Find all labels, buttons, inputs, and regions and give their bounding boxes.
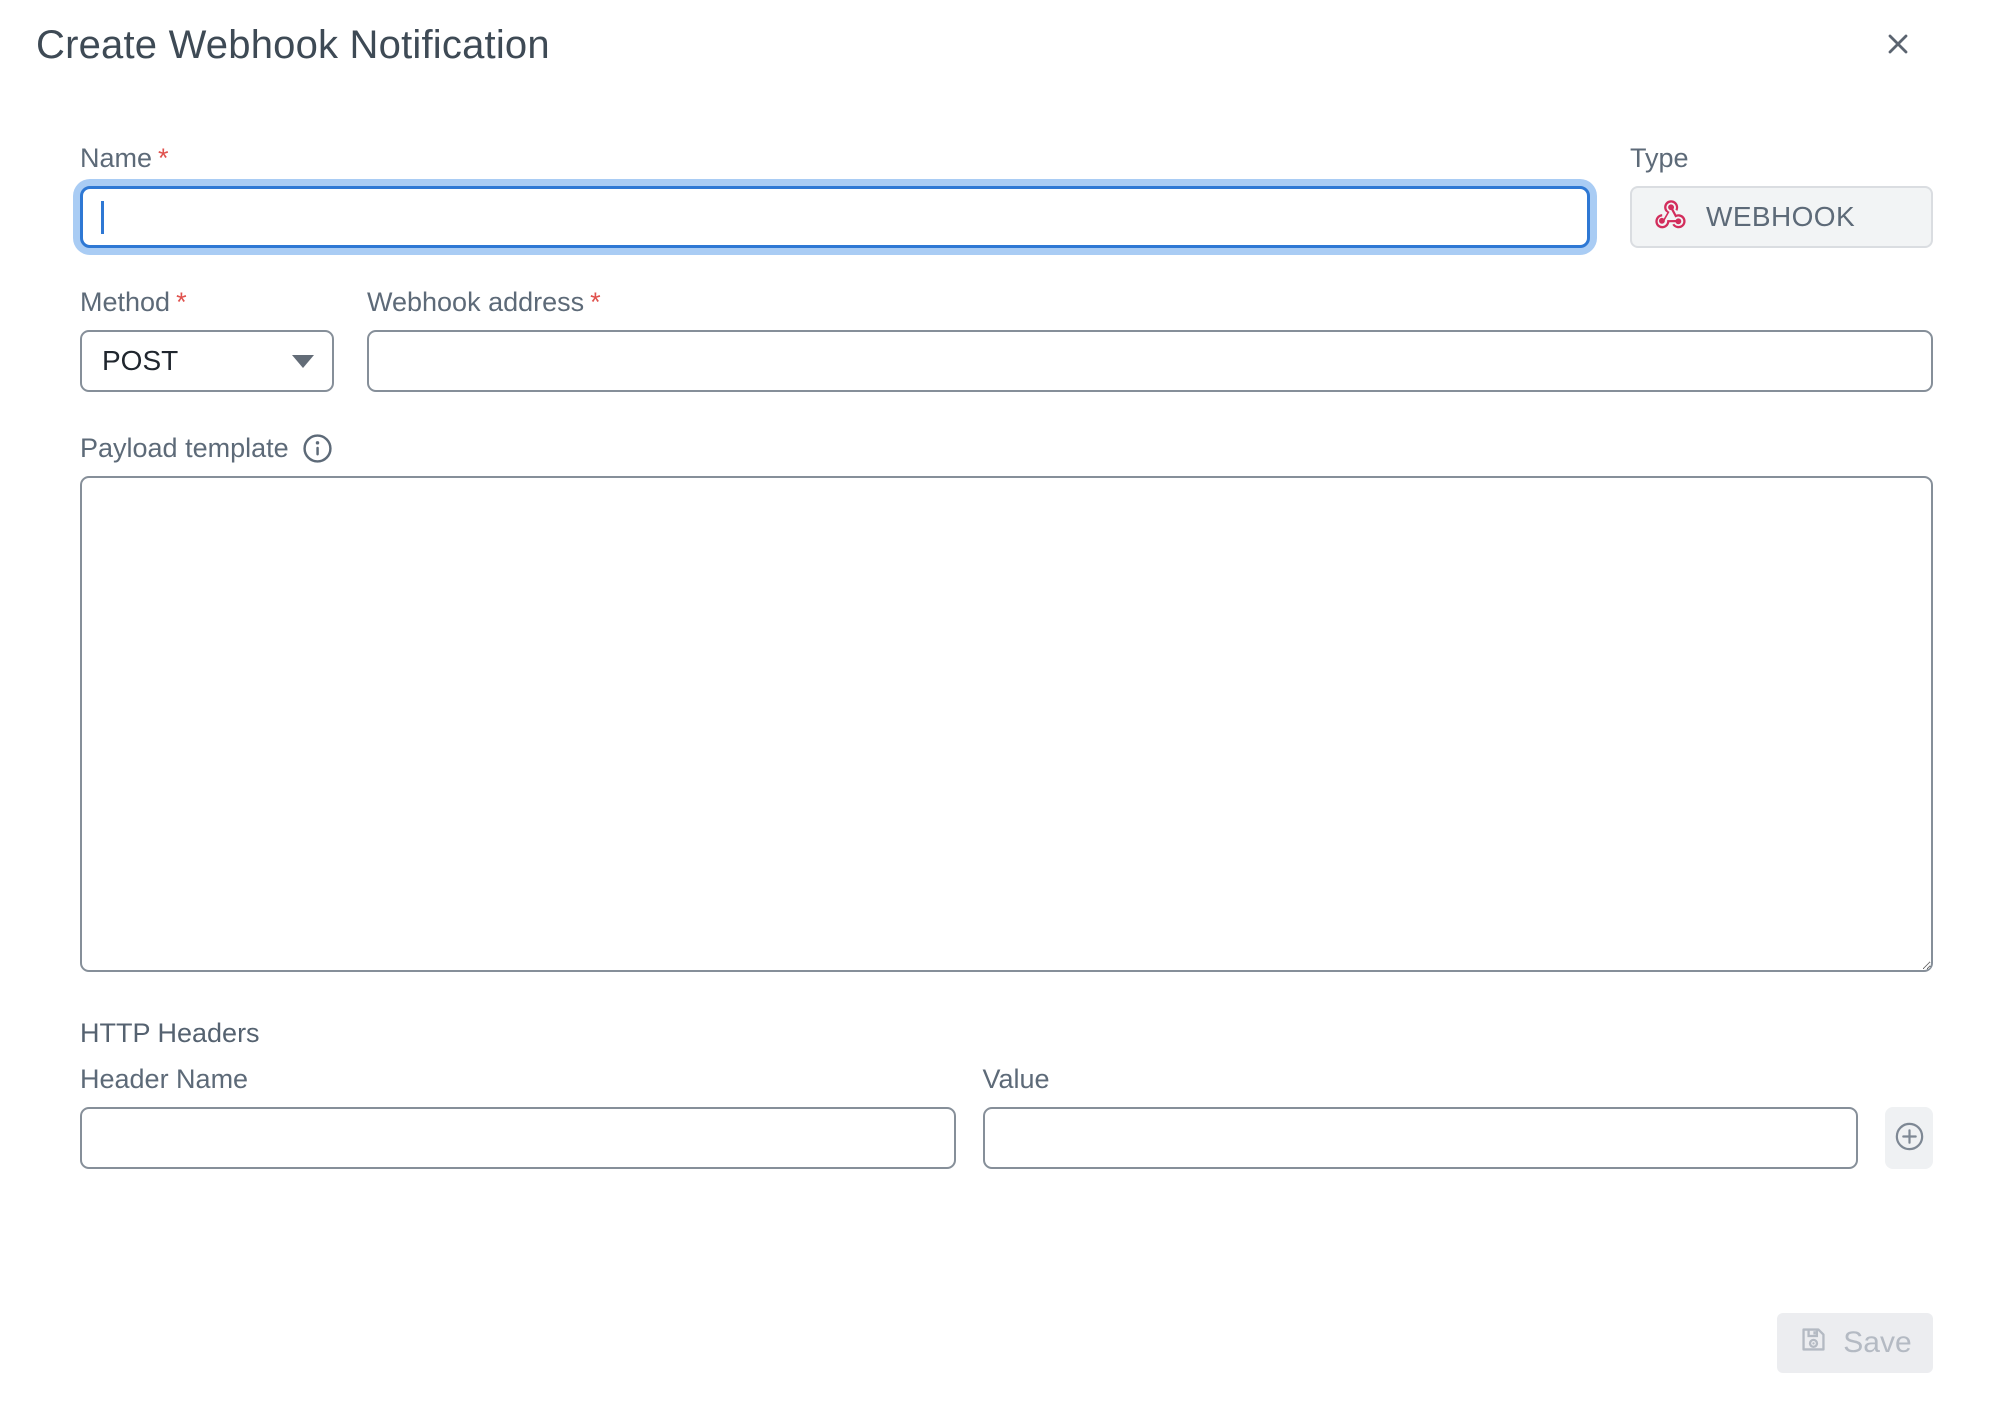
type-label: Type xyxy=(1630,142,1933,174)
dialog-header: Create Webhook Notification xyxy=(0,0,2014,70)
payload-template-label: Payload template xyxy=(80,432,289,464)
method-selected-value: POST xyxy=(102,345,178,377)
method-label: Method* xyxy=(80,286,334,318)
payload-template-group: Payload template xyxy=(80,432,1933,977)
required-asterisk: * xyxy=(158,143,169,173)
header-name-input[interactable] xyxy=(80,1107,956,1169)
name-label: Name* xyxy=(80,142,1590,174)
info-icon xyxy=(302,452,333,467)
method-field-group: Method* POST xyxy=(80,286,334,392)
save-button-label: Save xyxy=(1843,1326,1911,1360)
type-value: WEBHOOK xyxy=(1706,201,1855,233)
name-input-focus-ring xyxy=(80,186,1590,248)
x-icon xyxy=(1882,48,1914,63)
circle-plus-icon xyxy=(1894,1121,1925,1155)
save-button[interactable]: Save xyxy=(1777,1313,1933,1373)
info-button[interactable] xyxy=(302,433,333,464)
header-name-label: Header Name xyxy=(80,1063,956,1095)
type-field-group: Type WEBHOOK xyxy=(1630,142,1933,248)
payload-template-textarea[interactable] xyxy=(80,476,1933,972)
header-value-field-group: Value xyxy=(983,1063,1859,1169)
webhook-form: Name* Type WEBHOOK xyxy=(0,142,2014,1373)
chevron-down-icon xyxy=(292,355,314,368)
webhook-address-field-group: Webhook address* xyxy=(367,286,1933,392)
type-chip: WEBHOOK xyxy=(1630,186,1933,248)
http-headers-section-label: HTTP Headers xyxy=(80,1017,1933,1049)
webhook-address-label: Webhook address* xyxy=(367,286,1933,318)
required-asterisk: * xyxy=(590,287,601,317)
header-name-field-group: Header Name xyxy=(80,1063,956,1169)
required-asterisk: * xyxy=(176,287,187,317)
text-cursor xyxy=(101,201,104,234)
page-title: Create Webhook Notification xyxy=(36,22,1978,68)
add-header-button[interactable] xyxy=(1885,1107,1933,1169)
webhook-address-input[interactable] xyxy=(367,330,1933,392)
header-value-label: Value xyxy=(983,1063,1859,1095)
method-select[interactable]: POST xyxy=(80,330,334,392)
name-field-group: Name* xyxy=(80,142,1590,248)
name-input[interactable] xyxy=(83,189,1587,245)
webhook-icon xyxy=(1652,196,1689,238)
floppy-disk-icon xyxy=(1798,1324,1829,1363)
create-webhook-dialog: Create Webhook Notification Name* Type xyxy=(0,0,2014,1410)
header-value-input[interactable] xyxy=(983,1107,1859,1169)
dialog-footer: Save xyxy=(80,1313,1933,1373)
http-headers-section: HTTP Headers Header Name Value xyxy=(80,1017,1933,1169)
close-button[interactable] xyxy=(1878,24,1918,64)
